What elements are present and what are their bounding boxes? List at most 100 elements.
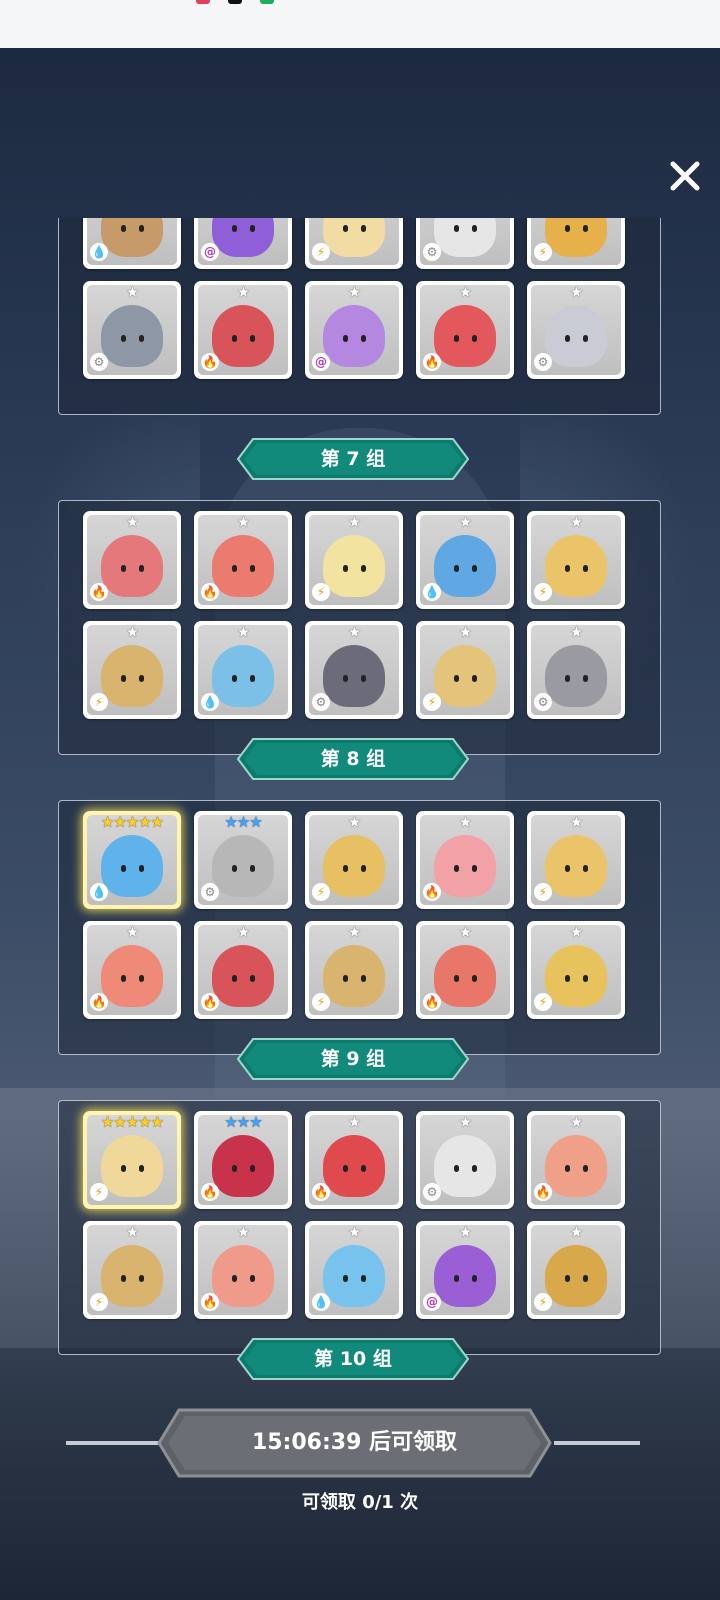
close-button[interactable] — [665, 156, 705, 196]
hero-card[interactable]: ★@ — [416, 1221, 514, 1319]
hero-eye — [583, 975, 588, 982]
light-element-icon: ⚡ — [90, 1293, 108, 1311]
hero-card[interactable]: ★★★ ⚙ — [194, 811, 292, 909]
claim-divider-left — [66, 1441, 166, 1445]
hero-card[interactable]: ★⚙ — [527, 281, 625, 379]
hero-card-frame: ★ 🔥 — [420, 925, 510, 1015]
hero-eye — [121, 565, 126, 572]
hero-card[interactable]: ★ 🔥 — [416, 281, 514, 379]
hero-card[interactable]: ★⚡ — [527, 218, 625, 269]
hero-card[interactable]: ★⚡ — [305, 811, 403, 909]
hero-portrait — [101, 945, 163, 1007]
hero-card[interactable]: ★⚡ — [527, 1221, 625, 1319]
star-icon: ★ — [236, 285, 250, 301]
hero-card[interactable]: ★@ — [194, 218, 292, 269]
star-rating: ★ — [531, 1115, 621, 1131]
hero-portrait — [323, 218, 385, 257]
star-rating: ★ — [420, 1115, 510, 1131]
group-panel: ★★★★★ ⚡ ★★★ 🔥 ★ 🔥 ★ ⚙ ★ 🔥 ★ ⚡ ★ 🔥 ★ 💧 ★ @ ★ ⚡ — [58, 1100, 661, 1355]
hero-eye — [139, 865, 144, 872]
hero-card[interactable]: ★ 🔥 — [194, 1221, 292, 1319]
group-label: 第 9 组 — [320, 1048, 386, 1070]
star-icon: ★ — [458, 925, 472, 941]
hero-card[interactable]: ★⚙ — [305, 621, 403, 719]
hero-card[interactable]: ★⚡ — [305, 921, 403, 1019]
hero-card[interactable]: ★ 🔥 — [305, 1111, 403, 1209]
hero-card[interactable]: ★⚡ — [527, 511, 625, 609]
hero-eye — [472, 1165, 477, 1172]
hero-eye — [121, 225, 126, 232]
hero-portrait — [101, 645, 163, 707]
hero-card-frame: ★⚡ — [87, 625, 177, 715]
hero-portrait — [545, 1135, 607, 1197]
group-label: 第 7 组 — [320, 448, 386, 470]
star-rating: ★★★ — [198, 815, 288, 831]
hero-card[interactable]: ★ 💧 — [305, 1221, 403, 1319]
hero-portrait — [434, 1245, 496, 1307]
group-ribbon: 第 10 组 — [237, 1338, 469, 1380]
hero-eye — [583, 1165, 588, 1172]
hero-card[interactable]: ★ 🔥 — [83, 921, 181, 1019]
hero-card[interactable]: ★★★ 🔥 — [194, 1111, 292, 1209]
hero-card[interactable]: ★⚡ — [83, 1221, 181, 1319]
star-rating: ★ — [531, 515, 621, 531]
hero-card-frame: ★⚙ — [420, 1115, 510, 1205]
hero-card[interactable]: ★⚡ — [416, 621, 514, 719]
hero-eye — [121, 675, 126, 682]
group-ribbon: 第 9 组 — [237, 1038, 469, 1080]
hero-eye — [232, 975, 237, 982]
fire-element-icon: 🔥 — [201, 583, 219, 601]
hero-card[interactable]: ★⚡ — [83, 621, 181, 719]
hero-card[interactable]: ★ 🔥 — [416, 921, 514, 1019]
hero-card-frame: ★ 🔥 — [198, 1225, 288, 1315]
hero-card[interactable]: ★⚡ — [305, 218, 403, 269]
hero-card[interactable]: ★ 🔥 — [194, 921, 292, 1019]
water-element-icon: 💧 — [90, 883, 108, 901]
star-icon: ★ — [125, 625, 139, 641]
hero-card[interactable]: ★⚙ — [416, 1111, 514, 1209]
hero-card[interactable]: ★ 🔥 — [83, 511, 181, 609]
hero-eye — [565, 865, 570, 872]
hero-card[interactable]: ★⚡ — [527, 921, 625, 1019]
hero-card[interactable]: ★⚙ — [527, 621, 625, 719]
hero-card[interactable]: ★⚙ — [83, 281, 181, 379]
hero-card[interactable]: ★ 🔥 — [527, 1111, 625, 1209]
star-icon: ★ — [249, 1115, 262, 1131]
hero-card[interactable]: ★ 🔥 — [194, 281, 292, 379]
hero-card[interactable]: ★ 🔥 — [416, 811, 514, 909]
hero-card[interactable]: ★⚡ — [305, 511, 403, 609]
hero-eye — [343, 335, 348, 342]
hero-card-frame: ★⚡ — [87, 1225, 177, 1315]
hero-card[interactable]: ★ 💧 — [194, 621, 292, 719]
gear-element-icon: ⚙ — [423, 243, 441, 261]
hero-card[interactable]: ★★★★★ 💧 — [83, 811, 181, 909]
star-rating: ★ — [309, 625, 399, 641]
hero-eye — [343, 975, 348, 982]
claim-button[interactable]: 15:06:39 后可领取 — [157, 1408, 552, 1478]
star-icon: ★ — [347, 1225, 361, 1241]
hero-card[interactable]: ★⚡ — [527, 811, 625, 909]
hero-portrait — [545, 535, 607, 597]
star-icon: ★ — [569, 925, 583, 941]
star-icon: ★ — [569, 515, 583, 531]
hero-card[interactable]: ★★★💧 — [83, 218, 181, 269]
hero-card[interactable]: ★★★★★ ⚡ — [83, 1111, 181, 1209]
hero-eye — [121, 865, 126, 872]
hero-card[interactable]: ★⚙ — [416, 218, 514, 269]
hero-eye — [472, 1275, 477, 1282]
hero-eye — [250, 675, 255, 682]
star-icon: ★ — [236, 1115, 250, 1131]
group-list[interactable]: ★★★💧★@★⚡★⚙★⚡★⚙★🔥★@★🔥★⚙第 7 组★🔥★🔥★⚡★💧★⚡★⚡★… — [0, 218, 720, 1398]
hero-card[interactable]: ★@ — [305, 281, 403, 379]
hero-portrait — [101, 218, 163, 257]
fire-element-icon: 🔥 — [201, 353, 219, 371]
hero-card[interactable]: ★ 🔥 — [194, 511, 292, 609]
light-element-icon: ⚡ — [312, 993, 330, 1011]
hero-eye — [472, 865, 477, 872]
star-rating: ★ — [420, 515, 510, 531]
hero-portrait — [545, 218, 607, 257]
hero-card[interactable]: ★ 💧 — [416, 511, 514, 609]
water-element-icon: 💧 — [90, 243, 108, 261]
hero-eye — [139, 225, 144, 232]
star-rating: ★ — [420, 1225, 510, 1241]
